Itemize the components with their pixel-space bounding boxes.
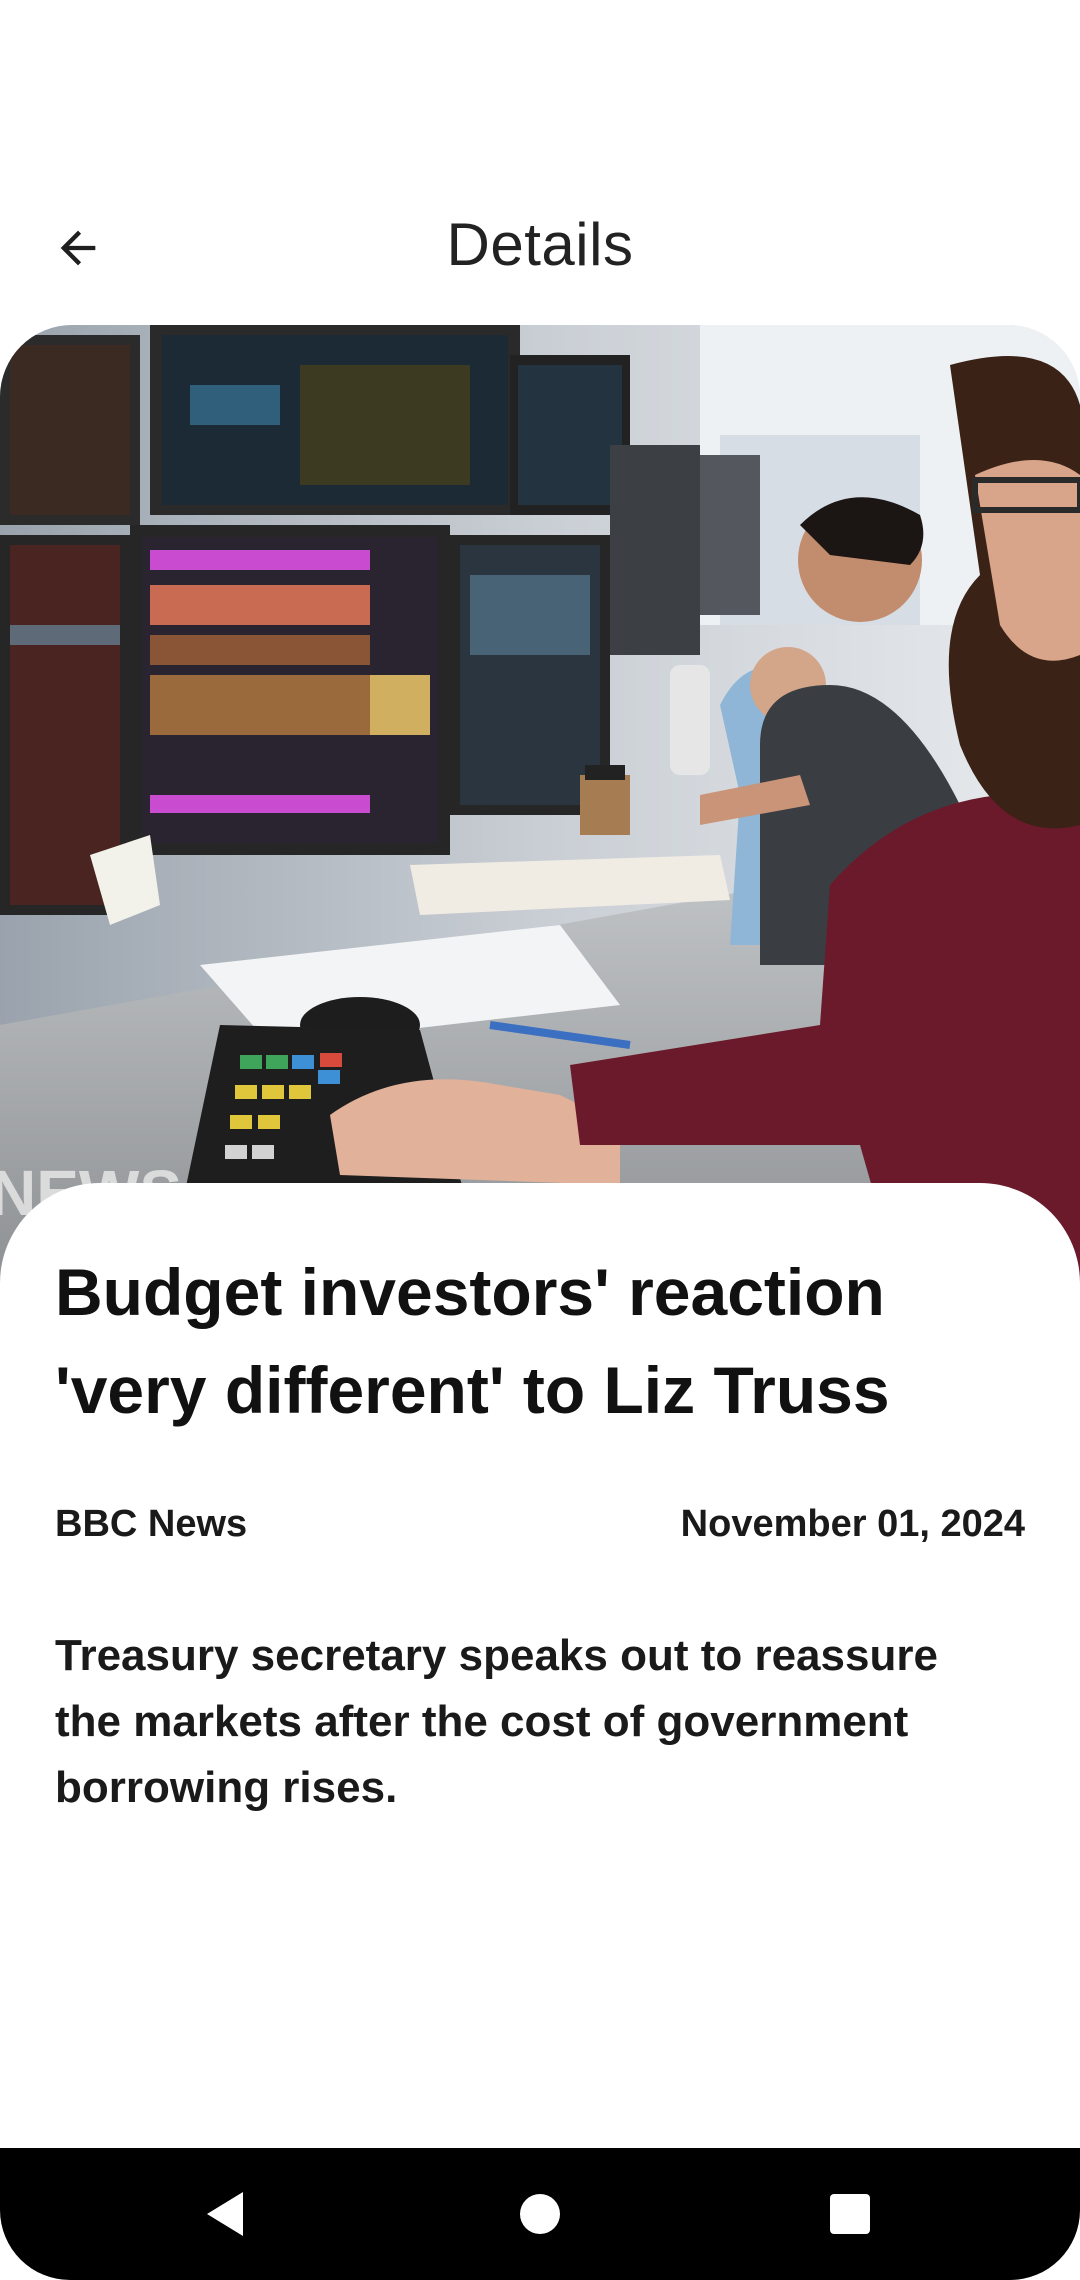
top-app-bar: Details <box>0 170 1080 320</box>
article-source: BBC News <box>55 1503 248 1545</box>
nav-home-icon <box>520 2194 560 2234</box>
nav-back-button[interactable] <box>185 2178 265 2250</box>
page-title: Details <box>446 211 634 278</box>
article-hero-image: NEWS <box>0 325 1080 1285</box>
article-content-card: Budget investors' reaction 'very differe… <box>0 1183 1080 2148</box>
article-summary: Treasury secretary speaks out to reassur… <box>55 1631 938 1812</box>
status-bar <box>0 0 1080 140</box>
article-meta: BBC News November 01, 2024 <box>55 1503 1025 1546</box>
article-date: November 01, 2024 <box>680 1503 1025 1545</box>
nav-recents-icon <box>830 2194 870 2234</box>
nav-home-button[interactable] <box>500 2178 580 2250</box>
article-headline: Budget investors' reaction 'very differe… <box>55 1255 890 1427</box>
nav-recents-button[interactable] <box>810 2178 890 2250</box>
trading-floor-photo: NEWS <box>0 325 1080 1285</box>
nav-back-icon <box>207 2192 243 2236</box>
system-navigation-bar <box>0 2148 1080 2280</box>
